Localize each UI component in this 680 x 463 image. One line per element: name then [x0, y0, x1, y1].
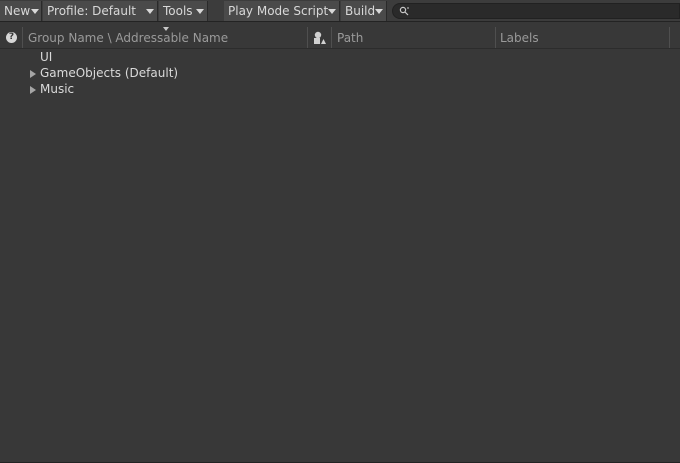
column-path-label: Path: [337, 31, 364, 45]
chevron-down-icon: [196, 9, 204, 14]
column-labels-label: Labels: [500, 31, 539, 45]
new-dropdown-button[interactable]: New: [0, 1, 42, 21]
column-divider[interactable]: [22, 27, 23, 48]
build-dropdown-button[interactable]: Build: [341, 1, 387, 21]
column-labels[interactable]: Labels: [500, 27, 665, 48]
build-label: Build: [345, 4, 376, 18]
groups-tree: UI GameObjects (Default) Music: [0, 49, 680, 97]
profile-dropdown-button[interactable]: Profile: Default: [43, 1, 158, 21]
column-divider[interactable]: [669, 27, 670, 48]
play-mode-script-dropdown-button[interactable]: Play Mode Script: [224, 1, 340, 21]
column-group-name[interactable]: Group Name \ Addressable Name: [28, 27, 304, 48]
chevron-right-icon[interactable]: [30, 70, 36, 78]
tree-row-label: Music: [40, 82, 75, 96]
column-divider[interactable]: [495, 27, 496, 48]
chevron-down-icon: [328, 9, 336, 14]
chevron-right-icon[interactable]: [30, 86, 36, 94]
column-divider[interactable]: [307, 27, 308, 48]
tools-dropdown-button[interactable]: Tools: [159, 1, 208, 21]
chevron-down-icon: [146, 9, 154, 14]
profile-label: Profile: Default: [47, 4, 137, 18]
tools-label: Tools: [163, 4, 193, 18]
column-header: ? Group Name \ Addressable Name Path Lab…: [0, 27, 680, 49]
toolbar-spacer: [209, 1, 221, 21]
column-divider[interactable]: [331, 27, 332, 48]
chevron-down-icon: [375, 9, 383, 14]
tree-row-ui[interactable]: UI: [0, 49, 680, 65]
new-label: New: [4, 4, 31, 18]
tree-row-label: UI: [40, 50, 53, 64]
search-field[interactable]: [392, 3, 680, 19]
tree-row-music[interactable]: Music: [0, 81, 680, 97]
play-mode-label: Play Mode Script: [228, 4, 329, 18]
tree-row-label: GameObjects (Default): [40, 66, 179, 80]
search-input[interactable]: [413, 4, 675, 18]
tree-row-gameobjects[interactable]: GameObjects (Default): [0, 65, 680, 81]
toolbar: New Profile: Default Tools Play Mode Scr…: [0, 0, 680, 22]
column-group-name-label: Group Name \ Addressable Name: [28, 31, 229, 45]
chevron-down-icon: [31, 9, 39, 14]
help-icon[interactable]: ?: [6, 32, 17, 43]
search-icon: [399, 6, 409, 16]
column-path[interactable]: Path: [337, 27, 491, 48]
asset-type-icon[interactable]: [313, 31, 327, 45]
addressables-groups-window: New Profile: Default Tools Play Mode Scr…: [0, 0, 680, 463]
